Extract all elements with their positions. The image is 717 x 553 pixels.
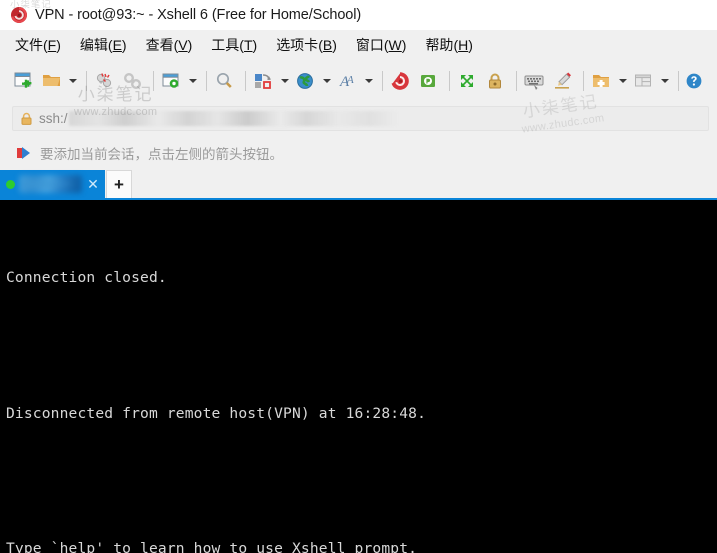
highlight-pen-icon[interactable] [550, 68, 576, 94]
red-blue-arrow-icon [16, 146, 32, 160]
menu-item-window-key: W [388, 37, 402, 53]
menu-item-tools-key: T [243, 37, 253, 53]
keyboard-icon[interactable] [522, 68, 548, 94]
toolbar-separator [449, 71, 450, 91]
layout-dropdown-caret[interactable] [659, 68, 670, 94]
tab-label-redacted [19, 175, 82, 193]
xshell-spiral-icon [10, 6, 28, 24]
find-icon[interactable] [212, 68, 238, 94]
xshell-spiral-icon[interactable] [388, 68, 414, 94]
toolbar-separator [245, 71, 246, 91]
menu-item-window-label: 窗口 [355, 37, 384, 53]
menu-item-view[interactable]: 查看(V) [145, 33, 194, 57]
title-bar: VPN - root@93:~ - Xshell 6 (Free for Hom… [0, 0, 717, 30]
terminal-line: Disconnected from remote host(VPN) at 16… [6, 404, 427, 422]
ssh-scheme-text: ssh:/ [39, 111, 68, 126]
menu-item-window[interactable]: 窗口(W) [355, 33, 408, 57]
toolbar-separator [206, 71, 207, 91]
toolbar-separator [516, 71, 517, 91]
menu-item-help-key: H [458, 37, 469, 53]
svg-text:A: A [346, 74, 354, 86]
layout-icon[interactable] [631, 68, 657, 94]
ssh-address-redacted [68, 111, 399, 126]
toolbar-separator [382, 71, 383, 91]
terminal-line: Type `help' to learn how to use Xshell p… [6, 540, 418, 553]
xftp-icon[interactable] [416, 68, 442, 94]
terminal-lines: Connection closed. Disconnected from rem… [6, 222, 717, 553]
terminal-output[interactable]: Connection closed. Disconnected from rem… [0, 200, 717, 553]
menu-bar: 文件(F) 编辑(E) 查看(V) 工具(T) 选项卡(B) 窗口(W) 帮助(… [0, 30, 717, 60]
tab-active-session[interactable]: ✕ [0, 170, 105, 198]
add-folder-dropdown-caret[interactable] [617, 68, 628, 94]
fullscreen-icon[interactable] [455, 68, 481, 94]
toolbar-separator [153, 71, 154, 91]
tab-status-dot [6, 179, 15, 189]
open-folder-icon[interactable] [39, 68, 65, 94]
lock-icon [20, 112, 33, 126]
window-title: VPN - root@93:~ - Xshell 6 (Free for Hom… [35, 7, 362, 23]
menu-item-help[interactable]: 帮助(H) [424, 33, 473, 57]
menu-item-view-key: V [178, 37, 188, 53]
globe-icon[interactable] [293, 68, 319, 94]
menu-item-file-key: F [47, 37, 57, 53]
close-icon[interactable]: ✕ [84, 175, 102, 193]
notice-text: 要添加当前会话，点击左侧的箭头按钮。 [40, 147, 283, 162]
open-folder-dropdown-caret[interactable] [67, 68, 78, 94]
font-icon[interactable]: A A [335, 68, 361, 94]
menu-item-tools[interactable]: 工具(T) [210, 33, 258, 57]
menu-item-file-label: 文件 [15, 37, 43, 53]
menu-item-edit[interactable]: 编辑(E) [79, 33, 128, 57]
help-globe-icon[interactable] [684, 68, 710, 94]
font-dropdown-caret[interactable] [363, 68, 374, 94]
session-properties-dropdown-caret[interactable] [187, 68, 198, 94]
new-tab-button[interactable]: + [106, 170, 132, 198]
menu-item-tabs-label: 选项卡 [276, 37, 319, 53]
new-session-icon[interactable] [11, 68, 37, 94]
ssh-address-input[interactable]: ssh:/ [12, 106, 709, 131]
disconnect-icon[interactable] [120, 68, 146, 94]
toolbar-separator [583, 71, 584, 91]
terminal-line: Connection closed. [6, 269, 167, 287]
globe-dropdown-caret[interactable] [321, 68, 332, 94]
transfer-file-icon[interactable] [251, 68, 277, 94]
xshell-window: VPN - root@93:~ - Xshell 6 (Free for Hom… [0, 0, 717, 553]
transfer-file-dropdown-caret[interactable] [279, 68, 290, 94]
notice-bar: 要添加当前会话，点击左侧的箭头按钮。 [0, 136, 717, 170]
reconnect-icon[interactable] [92, 68, 118, 94]
session-properties-icon[interactable] [159, 68, 185, 94]
menu-item-view-label: 查看 [145, 37, 174, 53]
menu-item-edit-key: E [112, 37, 122, 53]
lock-icon[interactable] [483, 68, 509, 94]
address-bar: ssh:/ [0, 102, 717, 136]
toolbar-separator [678, 71, 679, 91]
menu-item-tabs-key: B [322, 37, 333, 53]
menu-item-edit-label: 编辑 [79, 37, 108, 53]
menu-item-tabs[interactable]: 选项卡(B) [275, 33, 338, 57]
toolbar: A A [0, 60, 717, 102]
add-folder-icon[interactable] [589, 68, 615, 94]
toolbar-separator [86, 71, 87, 91]
menu-item-tools-label: 工具 [211, 37, 240, 53]
menu-item-help-label: 帮助 [425, 37, 454, 53]
tab-bar: ✕ + [0, 170, 717, 200]
menu-item-file[interactable]: 文件(F) [14, 33, 62, 57]
